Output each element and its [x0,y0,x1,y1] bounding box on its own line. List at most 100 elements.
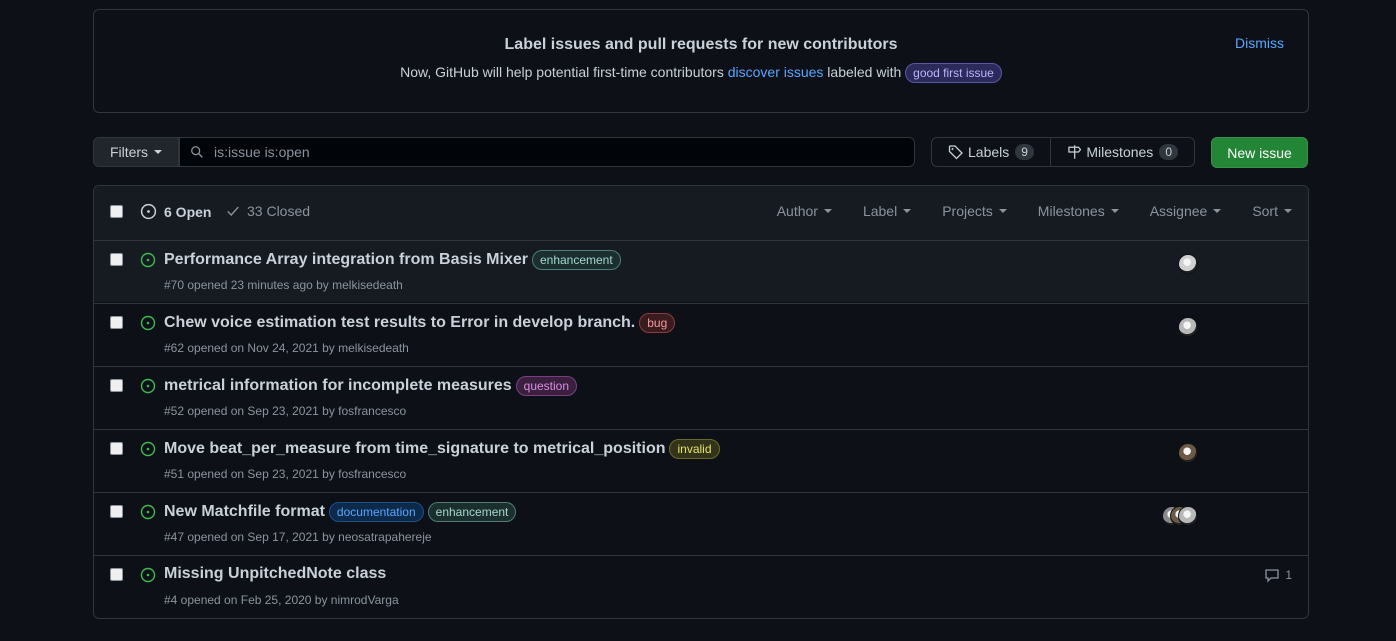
search-input[interactable] [212,143,896,161]
issue-row[interactable]: New Matchfile format documentation enhance… [94,492,1308,554]
avatar[interactable] [1178,254,1198,274]
banner-text-after: labeled with [823,64,906,80]
issue-title-line: New Matchfile format documentation enhance… [164,502,520,522]
author-filter[interactable]: Author [777,203,832,219]
select-all-checkbox[interactable] [110,205,123,218]
comments-link[interactable]: 1 [1264,567,1292,583]
labels-button[interactable]: Labels 9 [931,137,1051,167]
filters-label: Filters [109,144,149,160]
comment-icon [1265,569,1279,583]
banner-text: Now, GitHub will help potential first-ti… [94,63,1308,83]
issue-row[interactable]: Move beat_per_measure from time_signatur… [94,429,1308,491]
issue-label-question[interactable]: question [515,376,578,396]
issue-meta: #4 opened on Feb 25, 2020 by nimrodVarga [164,593,399,607]
banner-text-before: Now, GitHub will help potential first-ti… [400,64,728,80]
issue-opened-icon [140,378,156,394]
sort-filter[interactable]: Sort [1252,203,1292,219]
author-filter-label: Author [776,203,818,219]
issue-row[interactable]: Performance Array integration from Basis… [94,240,1308,302]
filters-dropdown-button[interactable]: Filters [93,137,179,167]
chevron-down-icon [1213,209,1222,213]
labels-label: Labels [968,144,1010,160]
avatar[interactable] [1178,317,1198,337]
list-header-filters: Author Label Projects Milestones Assigne… [777,203,1292,219]
issue-label-bug[interactable]: bug [639,313,676,333]
issue-meta: #62 opened on Nov 24, 2021 by melkisedea… [164,341,409,355]
issue-opened-icon [140,504,156,520]
issue-meta: #47 opened on Sep 17, 2021 by neosatrapa… [164,530,432,544]
avatar[interactable] [1178,506,1198,526]
label-filter[interactable]: Label [862,203,912,219]
good-first-issue-label[interactable]: good first issue [905,63,1002,83]
chevron-down-icon [154,150,163,154]
banner-title: Label issues and pull requests for new c… [504,36,898,53]
issue-label-enhancement[interactable]: enhancement [531,250,621,270]
issue-title-link[interactable]: Missing UnpitchedNote class [164,565,386,583]
milestone-icon [1068,145,1082,159]
issue-meta: #70 opened 23 minutes ago by melkisedeat… [164,278,403,292]
issue-title-line: Move beat_per_measure from time_signatur… [164,439,724,459]
issue-label-invalid[interactable]: invalid [669,439,720,459]
assignee-filter[interactable]: Assignee [1150,203,1222,219]
chevron-down-icon [1110,209,1119,213]
issue-checkbox[interactable] [110,505,123,518]
issue-search[interactable] [179,137,915,167]
dismiss-button[interactable]: Dismiss [1235,35,1284,51]
assignee-filter-label: Assignee [1149,203,1208,219]
issue-checkbox[interactable] [110,568,123,581]
search-icon [191,146,203,158]
issue-title-line: Chew voice estimation test results to Er… [164,313,679,333]
issues-list: 6 Open 33 Closed Author Label Projects M… [93,185,1309,619]
projects-filter-label: Projects [942,203,993,219]
issue-title-line: Performance Array integration from Basis… [164,250,625,270]
issue-title-link[interactable]: Move beat_per_measure from time_signatur… [164,440,665,458]
milestones-count: 0 [1159,144,1178,160]
open-issues-tab[interactable]: 6 Open [140,203,211,220]
chevron-down-icon [823,209,832,213]
issue-title-line: Missing UnpitchedNote class [164,565,390,583]
issue-title-link[interactable]: Chew voice estimation test results to Er… [164,314,635,332]
chevron-down-icon [1284,209,1292,213]
issue-meta: #52 opened on Sep 23, 2021 by fosfrances… [164,404,407,418]
open-issues-count: 6 Open [164,203,212,220]
issue-opened-icon [140,567,156,583]
avatar[interactable] [1178,443,1198,463]
milestones-filter[interactable]: Milestones [1038,203,1119,219]
issue-opened-icon [140,252,156,268]
issue-checkbox[interactable] [110,316,123,329]
labels-milestones-group: Labels 9 Milestones 0 [931,137,1195,167]
issue-opened-icon [140,315,156,331]
issue-label-documentation[interactable]: documentation [328,502,424,522]
tag-icon [948,145,963,160]
issue-opened-icon [140,203,157,220]
issue-row[interactable]: Missing UnpitchedNote class #4 opened on … [94,555,1308,617]
projects-filter[interactable]: Projects [942,203,1007,219]
issue-row[interactable]: Chew voice estimation test results to Er… [94,303,1308,365]
issue-opened-icon [140,441,156,457]
issue-label-enhancement[interactable]: enhancement [427,502,517,522]
milestones-button[interactable]: Milestones 0 [1051,137,1195,167]
issue-checkbox[interactable] [110,442,123,455]
label-filter-label: Label [862,203,898,219]
issue-title-link[interactable]: New Matchfile format [164,503,325,521]
labels-count: 9 [1015,144,1034,160]
issue-row[interactable]: metrical information for incomplete meas… [94,366,1308,428]
assignee-avatars [1178,254,1198,274]
discover-issues-link[interactable]: discover issues [728,64,824,80]
chevron-down-icon [903,209,912,213]
issue-checkbox[interactable] [110,379,123,392]
issue-title-link[interactable]: Performance Array integration from Basis… [164,251,528,269]
issue-checkbox[interactable] [110,253,123,266]
closed-issues-count: 33 Closed [247,203,311,219]
milestones-filter-label: Milestones [1037,203,1105,219]
issue-title-line: metrical information for incomplete meas… [164,376,581,396]
closed-issues-tab[interactable]: 33 Closed [226,203,310,219]
assignee-avatars [1162,506,1198,526]
chevron-down-icon [998,209,1007,213]
check-icon [227,206,239,216]
new-issue-button[interactable]: New issue [1211,137,1308,168]
comment-count: 1 [1285,568,1292,582]
milestones-label: Milestones [1086,144,1154,160]
sort-filter-label: Sort [1252,203,1278,219]
issue-title-link[interactable]: metrical information for incomplete meas… [164,377,512,395]
